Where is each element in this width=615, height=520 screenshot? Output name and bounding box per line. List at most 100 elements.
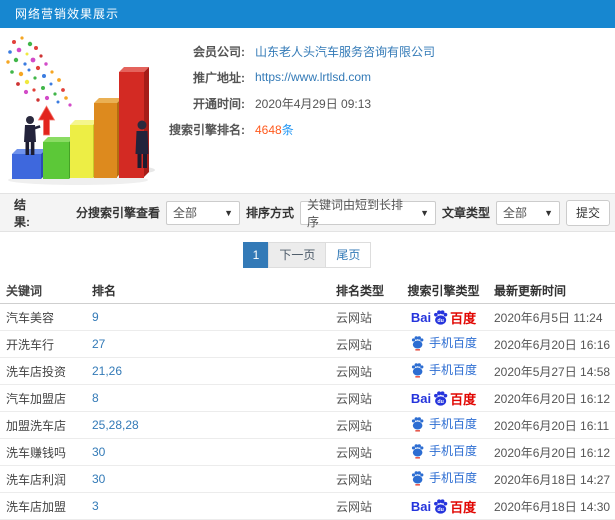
sort-label: 排序方式 <box>246 206 295 220</box>
table-row: 洗车店加盟 3 云网站 Bai du 百度 2020年6月18日 14:30 <box>0 493 615 520</box>
info-row-company: 会员公司: 山东老人头汽车服务咨询有限公司 <box>135 38 435 64</box>
table-row: 洗车赚钱吗 30 云网站 Bai du 百度 <box>0 439 615 466</box>
baidu-mobile-logo: 手机百度 <box>410 361 477 378</box>
table-row: 洗车店投资 21,26 云网站 Bai du 百度 <box>0 358 615 385</box>
chevron-down-icon: ▼ <box>224 207 233 218</box>
bar-orange <box>94 98 122 178</box>
svg-text:du: du <box>438 398 444 404</box>
chevron-down-icon: ▼ <box>420 207 430 218</box>
last-page-button[interactable]: 尾页 <box>325 242 372 268</box>
engine-cell: Bai du 百度 手机百度 <box>396 361 491 381</box>
page-header: 网络营销效果展示 <box>0 0 615 28</box>
page-1-button[interactable]: 1 <box>242 242 270 268</box>
engine-rank-label: 搜索引擎排名: <box>169 122 245 137</box>
update-time-cell: 2020年6月5日 11:24 <box>494 310 603 325</box>
result-label: 结果: <box>14 197 30 229</box>
engine-cell: Bai du 百度 手机百度 <box>396 415 491 435</box>
info-section: 会员公司: 山东老人头汽车服务咨询有限公司 推广地址: https://www.… <box>0 28 615 193</box>
open-time-label: 开通时间: <box>193 96 245 111</box>
rank-unit: 条 <box>281 122 294 137</box>
rank-link[interactable]: 3 <box>92 499 99 513</box>
mobile-baidu-paw-icon <box>411 443 424 459</box>
engine-rank-value: 4648条 <box>255 121 294 138</box>
update-time-cell: 2020年6月20日 16:12 <box>494 445 611 460</box>
update-time-cell: 2020年6月20日 16:11 <box>494 418 610 433</box>
update-time-cell: 2020年6月18日 14:27 <box>494 472 611 487</box>
rank-link[interactable]: 30 <box>92 445 105 459</box>
table-row: 开洗车行 27 云网站 Bai du 百度 <box>0 331 615 358</box>
keyword-cell: 汽车美容 <box>6 310 55 325</box>
rank-link[interactable]: 9 <box>92 310 99 324</box>
keyword-cell: 洗车赚钱吗 <box>6 445 67 460</box>
table-row: 汽车美容 9 云网站 Bai du 百度 2020年6月5日 11:24 <box>0 304 615 331</box>
baidu-pc-logo: Bai du 百度 <box>410 498 477 515</box>
engine-cell: Bai du 百度 手机百度 <box>396 469 491 489</box>
mobile-baidu-paw-icon <box>411 335 424 351</box>
page-title: 网络营销效果展示 <box>15 7 120 21</box>
rank-link[interactable]: 8 <box>92 391 99 405</box>
rank-link[interactable]: 30 <box>92 472 105 486</box>
keyword-cell: 洗车店加盟 <box>6 499 67 514</box>
rank-type-cell: 云网站 <box>336 337 373 352</box>
mobile-baidu-paw-icon <box>411 416 424 432</box>
up-arrow <box>37 105 56 136</box>
baidu-pc-logo: Bai du 百度 <box>410 309 477 326</box>
keyword-cell: 洗车店投资 <box>6 364 67 379</box>
engine-filter-value: 全部 <box>173 206 198 220</box>
update-time-cell: 2020年6月18日 14:30 <box>494 499 611 514</box>
engine-cell: Bai du 百度 手机百度 <box>396 334 491 354</box>
baidu-mobile-logo: 手机百度 <box>410 415 477 432</box>
keyword-cell: 加盟洗车店 <box>6 418 67 433</box>
bar-green <box>43 137 74 179</box>
rank-count: 4648 <box>255 122 282 137</box>
filter-bar: 结果: 分搜索引擎查看 全部 ▼ 排序方式 关键词由短到长排序 ▼ 文章类型 全… <box>0 193 615 232</box>
rank-type-cell: 云网站 <box>336 418 373 433</box>
keyword-cell: 洗车店利润 <box>6 472 67 487</box>
confetti-dots <box>6 36 72 107</box>
pagination-area: 1 下一页 尾页 <box>0 232 615 278</box>
keyword-cell: 开洗车行 <box>6 337 55 352</box>
mobile-baidu-paw-icon <box>411 470 424 486</box>
info-row-rank: 搜索引擎排名: 4648条 <box>135 116 435 142</box>
update-time-cell: 2020年6月20日 16:16 <box>494 337 611 352</box>
header-update-time: 最新更新时间 <box>494 284 567 298</box>
baidu-paw-icon: du <box>434 498 448 514</box>
next-page-button[interactable]: 下一页 <box>268 242 327 268</box>
baidu-mobile-logo: 手机百度 <box>410 469 477 486</box>
engine-cell: Bai du 百度 手机百度 <box>396 442 491 462</box>
article-type-label: 文章类型 <box>442 206 491 220</box>
table-row: 汽车加盟店 8 云网站 Bai du 百度 2020年6月20日 16:12 <box>0 385 615 412</box>
header-engine-type: 搜索引擎类型 <box>407 284 480 298</box>
rank-link[interactable]: 25,28,28 <box>92 418 139 432</box>
rank-type-cell: 云网站 <box>336 364 373 379</box>
chevron-down-icon: ▼ <box>544 207 554 218</box>
baidu-mobile-logo: 手机百度 <box>410 334 477 351</box>
promo-url-label: 推广地址: <box>193 70 245 85</box>
promo-url-link[interactable]: https://www.lrtlsd.com <box>255 70 371 84</box>
header-rank: 排名 <box>92 284 117 298</box>
company-link[interactable]: 山东老人头汽车服务咨询有限公司 <box>255 43 435 60</box>
rank-link[interactable]: 27 <box>92 337 105 351</box>
engine-filter-select[interactable]: 全部 ▼ <box>166 200 240 225</box>
engine-cell: Bai du 百度 手机百度 <box>396 497 491 516</box>
company-label: 会员公司: <box>193 44 245 59</box>
results-table: 关键词 排名 排名类型 搜索引擎类型 最新更新时间 汽车美容 9 云网站 Bai… <box>0 278 615 520</box>
engine-filter-label: 分搜索引擎查看 <box>75 206 160 220</box>
baidu-paw-icon: du <box>434 390 448 406</box>
bar-yellow <box>70 120 98 178</box>
engine-cell: Bai du 百度 手机百度 <box>396 308 491 327</box>
baidu-paw-icon: du <box>434 309 448 325</box>
baidu-pc-logo: Bai du 百度 <box>410 390 477 407</box>
rank-link[interactable]: 21,26 <box>92 364 122 378</box>
rank-type-cell: 云网站 <box>336 499 373 514</box>
keyword-cell: 汽车加盟店 <box>6 391 67 406</box>
info-row-url: 推广地址: https://www.lrtlsd.com <box>135 64 435 90</box>
article-type-select[interactable]: 全部 ▼ <box>496 200 561 225</box>
mobile-baidu-paw-icon <box>411 362 424 378</box>
svg-text:du: du <box>438 317 444 323</box>
rank-type-cell: 云网站 <box>336 472 373 487</box>
sort-select[interactable]: 关键词由短到长排序 ▼ <box>300 198 437 229</box>
header-rank-type: 排名类型 <box>336 284 385 298</box>
submit-button[interactable]: 提交 <box>566 199 611 226</box>
article-type-value: 全部 <box>503 206 528 220</box>
